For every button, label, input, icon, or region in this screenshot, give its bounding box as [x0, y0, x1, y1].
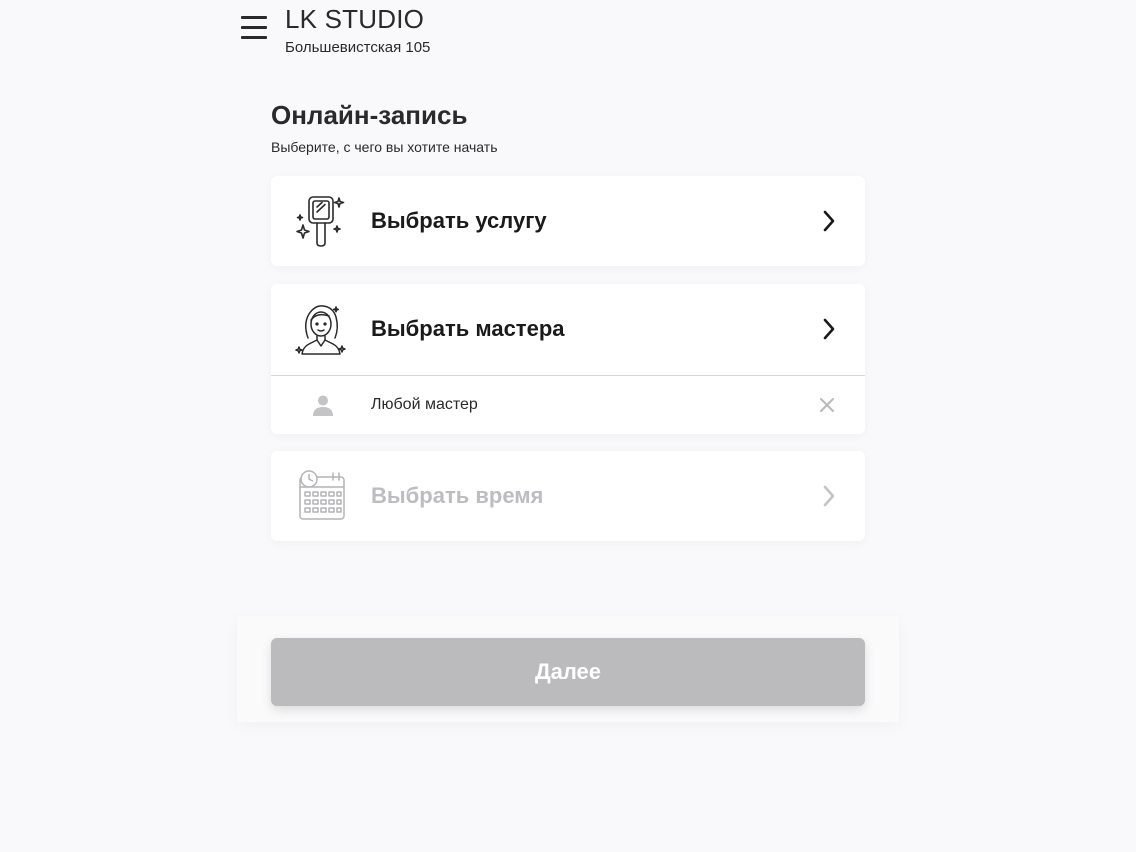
- chevron-right-icon: [823, 485, 835, 507]
- page-subtitle: Выберите, с чего вы хотите начать: [271, 139, 498, 155]
- select-time-card: Выбрать время: [271, 451, 865, 541]
- select-master-button[interactable]: Выбрать мастера: [271, 284, 865, 374]
- hamburger-menu-icon[interactable]: [240, 14, 268, 42]
- next-button[interactable]: Далее: [271, 638, 865, 706]
- select-master-label: Выбрать мастера: [371, 316, 565, 341]
- select-time-button[interactable]: Выбрать время: [271, 451, 865, 541]
- booking-page: LK STUDIO Большевистская 105 Онлайн-запи…: [0, 0, 1136, 852]
- chevron-right-icon: [823, 210, 835, 232]
- select-master-card: Выбрать мастера Любой мастер: [271, 284, 865, 434]
- select-service-card: Выбрать услугу: [271, 176, 865, 266]
- person-icon: [313, 395, 333, 416]
- hand-mirror-icon: [296, 196, 345, 247]
- close-icon[interactable]: [817, 395, 837, 415]
- calendar-clock-icon: [299, 470, 345, 520]
- select-service-label: Выбрать услугу: [371, 208, 547, 233]
- select-service-button[interactable]: Выбрать услугу: [271, 176, 865, 266]
- stylist-icon: [295, 305, 346, 355]
- select-time-label: Выбрать время: [371, 483, 544, 508]
- selected-master-row: Любой мастер: [271, 376, 865, 434]
- studio-address: Большевистская 105: [285, 39, 431, 56]
- studio-name: LK STUDIO: [285, 4, 425, 34]
- page-title: Онлайн-запись: [271, 100, 468, 130]
- chevron-right-icon: [823, 318, 835, 340]
- selected-master-label: Любой мастер: [371, 396, 478, 413]
